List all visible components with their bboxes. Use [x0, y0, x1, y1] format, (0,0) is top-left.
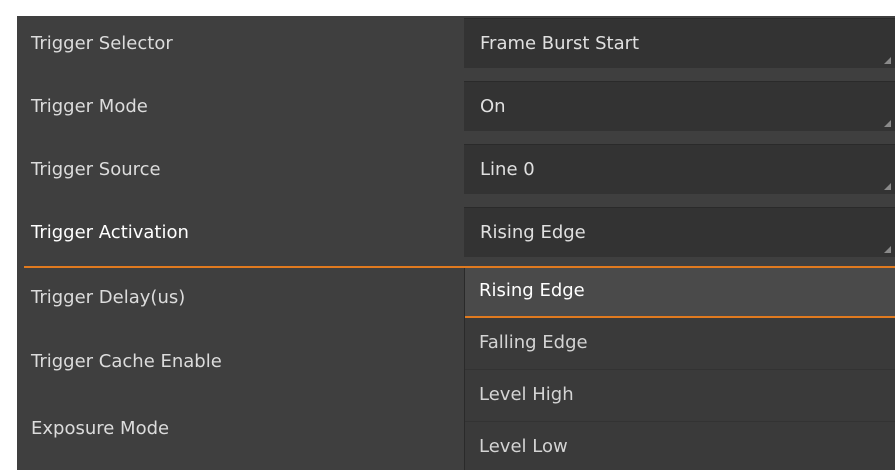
property-grid: Trigger Selector Frame Burst Start Trigg… — [17, 16, 895, 470]
trigger-source-value: Line 0 — [480, 159, 535, 180]
option-level-high[interactable]: Level High — [465, 372, 895, 422]
trigger-activation-select[interactable]: Rising Edge — [464, 207, 895, 257]
dropdown-corner-icon — [884, 246, 891, 253]
option-label: Level Low — [479, 436, 568, 457]
trigger-cache-enable-label: Trigger Cache Enable — [31, 351, 222, 372]
trigger-activation-dropdown-list[interactable]: Rising Edge Falling Edge Level High Leve… — [464, 268, 895, 470]
option-label: Rising Edge — [479, 280, 585, 301]
row-trigger-activation[interactable]: Trigger Activation Rising Edge — [17, 205, 895, 268]
option-label: Falling Edge — [479, 332, 588, 353]
row-trigger-mode[interactable]: Trigger Mode On — [17, 79, 895, 142]
dropdown-corner-icon — [884, 183, 891, 190]
trigger-mode-select[interactable]: On — [464, 81, 895, 131]
exposure-mode-label: Exposure Mode — [31, 418, 170, 439]
dropdown-corner-icon — [884, 120, 891, 127]
option-falling-edge[interactable]: Falling Edge — [465, 320, 895, 370]
option-rising-edge[interactable]: Rising Edge — [465, 268, 895, 318]
trigger-delay-label: Trigger Delay(us) — [31, 287, 186, 308]
trigger-selector-select[interactable]: Frame Burst Start — [464, 18, 895, 68]
trigger-activation-value: Rising Edge — [480, 222, 586, 243]
row-trigger-selector[interactable]: Trigger Selector Frame Burst Start — [17, 16, 895, 79]
trigger-source-label: Trigger Source — [31, 159, 161, 180]
trigger-activation-label: Trigger Activation — [31, 222, 189, 243]
trigger-mode-label: Trigger Mode — [31, 96, 148, 117]
trigger-selector-label: Trigger Selector — [31, 33, 173, 54]
trigger-mode-value: On — [480, 96, 506, 117]
dropdown-corner-icon — [884, 57, 891, 64]
row-trigger-source[interactable]: Trigger Source Line 0 — [17, 142, 895, 205]
trigger-selector-value: Frame Burst Start — [480, 33, 640, 54]
option-label: Level High — [479, 384, 574, 405]
option-level-low[interactable]: Level Low — [465, 424, 895, 470]
trigger-source-select[interactable]: Line 0 — [464, 144, 895, 194]
